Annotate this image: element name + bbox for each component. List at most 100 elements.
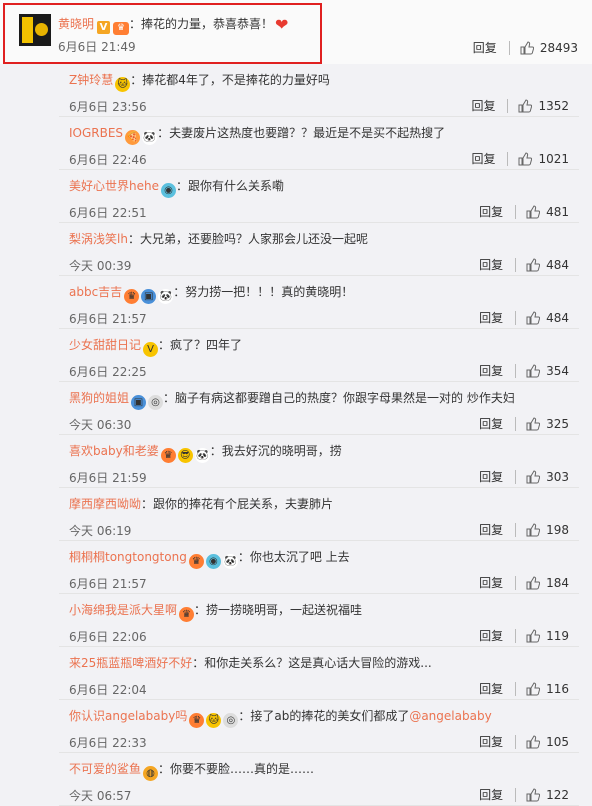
- reply-button[interactable]: 回复: [479, 681, 503, 697]
- reply-line: 你认识angelababy吗 ♛ 🐱 ◎ ：接了ab的捧花的美女们都成了@angelab…: [69, 707, 492, 728]
- reply-button[interactable]: 回复: [473, 40, 497, 56]
- reply-item: 不可爱的鲨鱼 ◍ ：你要不要脸……真的是…… 今天 06:57 回复 122: [59, 753, 579, 806]
- username[interactable]: abbc吉吉: [69, 285, 122, 299]
- mention-link[interactable]: @angelababy: [409, 709, 491, 723]
- like-icon[interactable]: [526, 417, 541, 431]
- like-icon[interactable]: [520, 41, 534, 55]
- reply-button[interactable]: 回复: [479, 787, 503, 803]
- username[interactable]: Z钟玲慧: [69, 73, 113, 87]
- like-count: 1021: [538, 152, 569, 166]
- reply-button[interactable]: 回复: [479, 628, 503, 644]
- divider: [515, 417, 517, 431]
- reply-button[interactable]: 回复: [479, 204, 503, 220]
- like-icon[interactable]: [518, 99, 533, 113]
- divider: [515, 788, 517, 802]
- like-count: 354: [546, 364, 569, 378]
- reply-button[interactable]: 回复: [479, 310, 503, 326]
- divider: [507, 152, 509, 166]
- username[interactable]: 少女甜甜日记: [69, 338, 141, 352]
- divider: [515, 311, 517, 325]
- like-count: 484: [546, 311, 569, 325]
- reply-time: 6月6日 22:33: [69, 736, 147, 750]
- reply-time: 6月6日 22:25: [69, 365, 147, 379]
- reply-text: ：捧花都4年了，不是捧花的力量好吗: [130, 73, 330, 87]
- reply-button[interactable]: 回复: [479, 469, 503, 485]
- username[interactable]: 不可爱的鲨鱼: [69, 762, 141, 776]
- like-count: 28493: [539, 41, 578, 55]
- cool-face-icon: 😎: [177, 448, 193, 463]
- reply-item: 摩西摩西呦呦：跟你的捧花有个屁关系，夫妻肺片 今天 06:19 回复 198: [59, 488, 579, 541]
- reply-text: ：和你走关系么？这是真心话大冒险的游戏...: [192, 656, 432, 670]
- like-icon[interactable]: [526, 576, 541, 590]
- like-icon[interactable]: [526, 735, 541, 749]
- reply-line: 桐桐桐tongtongtong ♛ ◉ 🐼：你也太沉了吧 上去: [69, 548, 350, 569]
- reply-actions: 回复 481: [479, 204, 569, 220]
- reply-actions: 回复 325: [479, 416, 569, 432]
- username[interactable]: 黑狗的姐姐: [69, 391, 129, 405]
- camera-icon: ◉: [205, 554, 221, 569]
- reply-item: 梨涡浅笑lh：大兄弟，还要脸吗？人家那会儿还没一起呢 今天 00:39 回复 484: [59, 223, 579, 276]
- username[interactable]: 喜欢baby和老婆: [69, 444, 159, 458]
- like-icon[interactable]: [526, 523, 541, 537]
- pizza-icon: 🍕: [125, 130, 141, 145]
- reply-text: ：大兄弟，还要脸吗？人家那会儿还没一起呢: [127, 232, 368, 246]
- username[interactable]: 美好心世界hehe: [69, 179, 159, 193]
- reply-actions: 回复 184: [479, 575, 569, 591]
- reply-actions: 回复 1352: [471, 98, 569, 114]
- verified-badge-icon: V: [143, 342, 159, 357]
- reply-text: ：跟你的捧花有个屁关系，夫妻肺片: [141, 497, 334, 511]
- reply-time: 6月6日 21:57: [69, 577, 147, 591]
- reply-line: 美好心世界hehe ◉ ：跟你有什么关系嘞: [69, 177, 284, 198]
- reply-line: abbc吉吉 ♛ ▣ 🐼：努力捞一把！！！真的黄晓明！: [69, 283, 353, 304]
- reply-line: 来25瓶蓝瓶啤酒好不好：和你走关系么？这是真心话大冒险的游戏...: [69, 654, 432, 672]
- reply-button[interactable]: 回复: [479, 363, 503, 379]
- like-icon[interactable]: [526, 682, 541, 696]
- reply-actions: 回复 354: [479, 363, 569, 379]
- reply-button[interactable]: 回复: [479, 522, 503, 538]
- reply-item: 你认识angelababy吗 ♛ 🐱 ◎ ：接了ab的捧花的美女们都成了@angelab…: [59, 700, 579, 753]
- username[interactable]: 来25瓶蓝瓶啤酒好不好: [69, 656, 192, 670]
- reply-actions: 回复 484: [479, 257, 569, 273]
- like-icon[interactable]: [518, 152, 533, 166]
- username[interactable]: 梨涡浅笑lh: [69, 232, 128, 246]
- username[interactable]: 桐桐桐tongtongtong: [69, 550, 187, 564]
- medal-icon: ◎: [223, 713, 239, 728]
- reply-actions: 回复 122: [479, 787, 569, 803]
- reply-button[interactable]: 回复: [479, 257, 503, 273]
- reply-line: 摩西摩西呦呦：跟你的捧花有个屁关系，夫妻肺片: [69, 495, 333, 513]
- username[interactable]: IOGRBES: [69, 126, 123, 140]
- highlight-box: [3, 3, 322, 64]
- reply-item: Z钟玲慧 🐱 ：捧花都4年了，不是捧花的力量好吗 6月6日 23:56 回复 1352: [59, 64, 579, 117]
- reply-button[interactable]: 回复: [479, 416, 503, 432]
- like-icon[interactable]: [526, 311, 541, 325]
- reply-item: IOGRBES 🍕 🐼：夫妻废片这热度也要蹭？？最近是不是买不起热搜了 6月6日 22…: [59, 117, 579, 170]
- divider: [515, 576, 517, 590]
- like-icon[interactable]: [526, 788, 541, 802]
- like-icon[interactable]: [526, 258, 541, 272]
- like-icon[interactable]: [526, 470, 541, 484]
- reply-time: 今天 06:30: [69, 418, 132, 432]
- username[interactable]: 摩西摩西呦呦: [69, 497, 141, 511]
- like-count: 1352: [538, 99, 569, 113]
- username[interactable]: 你认识angelababy吗: [69, 709, 187, 723]
- divider: [515, 258, 517, 272]
- reply-time: 6月6日 22:46: [69, 153, 147, 167]
- like-count: 116: [546, 682, 569, 696]
- like-count: 105: [546, 735, 569, 749]
- reply-item: 小海绵我是派大星啊 ♛ ：捞一捞晓明哥，一起送祝福哇 6月6日 22:06 回复 119: [59, 594, 579, 647]
- divider: [515, 682, 517, 696]
- reply-button[interactable]: 回复: [479, 575, 503, 591]
- like-icon[interactable]: [526, 205, 541, 219]
- username[interactable]: 小海绵我是派大星啊: [69, 603, 177, 617]
- like-icon[interactable]: [526, 629, 541, 643]
- like-icon[interactable]: [526, 364, 541, 378]
- comment-actions: 回复 28493: [473, 40, 578, 56]
- reply-button[interactable]: 回复: [471, 98, 495, 114]
- badge-icon: ▣: [131, 395, 147, 410]
- like-count: 122: [546, 788, 569, 802]
- reply-line: 梨涡浅笑lh：大兄弟，还要脸吗？人家那会儿还没一起呢: [69, 230, 368, 248]
- reply-button[interactable]: 回复: [471, 151, 495, 167]
- crown-icon: ♛: [188, 554, 204, 569]
- reply-actions: 回复 105: [479, 734, 569, 750]
- reply-button[interactable]: 回复: [479, 734, 503, 750]
